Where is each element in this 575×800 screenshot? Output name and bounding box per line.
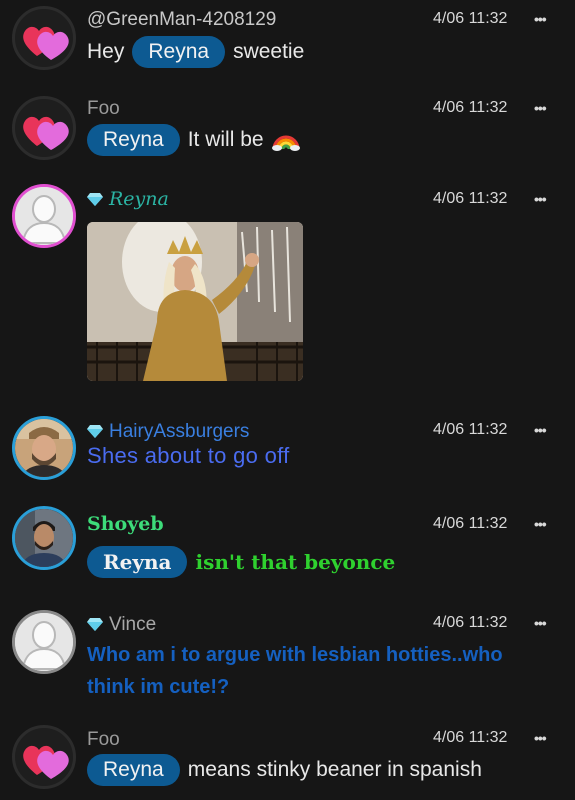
avatar[interactable] xyxy=(12,96,76,160)
message-word: sweetie xyxy=(233,40,305,63)
avatar[interactable] xyxy=(12,506,76,570)
timestamp: 4/06 11:32 xyxy=(433,190,508,207)
timestamp: 4/06 11:32 xyxy=(433,614,508,631)
username-text: Reyna xyxy=(109,188,169,210)
user-photo xyxy=(15,509,73,567)
mention-pill[interactable]: Reyna xyxy=(87,124,180,156)
username[interactable]: HairyAssburgers xyxy=(87,421,249,443)
avatar[interactable] xyxy=(12,6,76,70)
timestamp: 4/06 11:32 xyxy=(433,10,508,27)
timestamp: 4/06 11:32 xyxy=(433,421,508,438)
user-silhouette-icon xyxy=(15,613,73,671)
message-word: isn't that beyonce xyxy=(195,550,396,574)
username[interactable]: Reyna xyxy=(87,188,169,210)
user-silhouette-icon xyxy=(15,187,73,245)
timestamp: 4/06 11:32 xyxy=(433,99,508,116)
gif-image[interactable] xyxy=(87,222,303,381)
message-text: Reyna It will be xyxy=(87,124,300,156)
username[interactable]: Vince xyxy=(87,614,156,636)
message-text: Shes about to go off xyxy=(87,443,290,468)
username[interactable]: Foo xyxy=(87,729,120,751)
timestamp: 4/06 11:32 xyxy=(433,729,508,746)
mention-pill[interactable]: Reyna xyxy=(87,546,188,578)
more-options-icon[interactable]: ••• xyxy=(534,730,547,746)
diamond-icon xyxy=(87,193,103,206)
message-line: Who am i to argue with lesbian hotties..… xyxy=(87,644,503,666)
more-options-icon[interactable]: ••• xyxy=(534,191,547,207)
message-word: means stinky beaner in spanish xyxy=(187,758,482,781)
mention-pill[interactable]: Reyna xyxy=(87,754,180,786)
heart-icon xyxy=(23,26,69,60)
gif-content xyxy=(87,222,303,381)
avatar[interactable] xyxy=(12,610,76,674)
more-options-icon[interactable]: ••• xyxy=(534,422,547,438)
message-word: Hey xyxy=(87,40,125,63)
avatar[interactable] xyxy=(12,725,76,789)
message-text: Reyna means stinky beaner in spanish xyxy=(87,754,482,786)
user-photo xyxy=(15,419,73,477)
username[interactable]: @GreenMan-4208129 xyxy=(87,9,276,31)
message-text: Who am i to argue with lesbian hotties..… xyxy=(87,639,503,703)
username[interactable]: Foo xyxy=(87,98,120,120)
heart-icon xyxy=(23,745,69,779)
message-text: Reyna isn't that beyonce xyxy=(87,546,395,578)
mention-pill[interactable]: Reyna xyxy=(132,36,226,68)
diamond-icon xyxy=(87,618,103,631)
diamond-icon xyxy=(87,425,103,438)
message-text: Hey Reyna sweetie xyxy=(87,36,304,68)
more-options-icon[interactable]: ••• xyxy=(534,516,547,532)
more-options-icon[interactable]: ••• xyxy=(534,100,547,116)
more-options-icon[interactable]: ••• xyxy=(534,615,547,631)
message-word: It will be xyxy=(187,128,264,151)
heart-icon xyxy=(23,116,69,150)
rainbow-icon xyxy=(271,135,300,151)
avatar[interactable] xyxy=(12,184,76,248)
message-line: think im cute!? xyxy=(87,676,230,698)
avatar[interactable] xyxy=(12,416,76,480)
username-text: HairyAssburgers xyxy=(109,421,250,442)
more-options-icon[interactable]: ••• xyxy=(534,11,547,27)
username[interactable]: Shoyeb xyxy=(87,513,164,535)
timestamp: 4/06 11:32 xyxy=(433,515,508,532)
username-text: Vince xyxy=(109,614,157,635)
